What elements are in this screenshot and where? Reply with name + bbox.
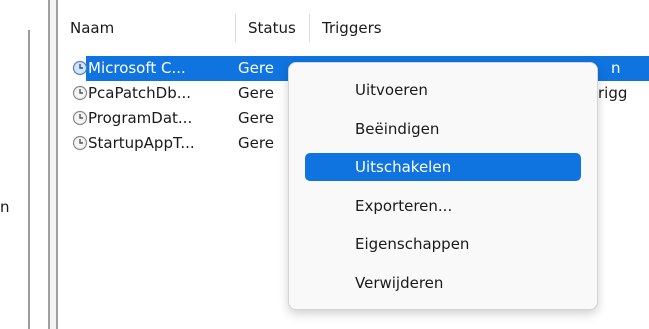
task-name: PcaPatchDb... — [88, 84, 192, 102]
menu-item-disable[interactable]: Uitschakelen — [305, 153, 581, 181]
column-header-status[interactable]: Status — [236, 14, 310, 42]
left-navigation-pane: n — [0, 0, 48, 329]
task-name: Microsoft C... — [88, 59, 186, 77]
clock-task-icon — [72, 110, 88, 126]
task-name: ProgramDat... — [88, 109, 193, 127]
table-header: Naam Status Triggers — [58, 0, 649, 42]
task-name: StartupAppT... — [88, 134, 195, 152]
left-pane-partial-label[interactable]: n — [0, 198, 10, 216]
clock-task-icon — [72, 60, 88, 76]
clock-task-icon — [72, 135, 88, 151]
menu-item-end[interactable]: Beëindigen — [305, 115, 581, 143]
context-menu: Uitvoeren Beëindigen Uitschakelen Export… — [288, 62, 598, 310]
task-trigger-visible-tail: n — [611, 59, 621, 77]
left-pane-divider — [28, 30, 30, 329]
menu-item-properties[interactable]: Eigenschappen — [305, 230, 581, 258]
task-trigger-visible-tail: rigg — [598, 84, 628, 102]
clock-task-icon — [72, 85, 88, 101]
menu-item-delete[interactable]: Verwijderen — [305, 269, 581, 297]
menu-item-export[interactable]: Exporteren... — [305, 192, 581, 220]
menu-item-run[interactable]: Uitvoeren — [305, 76, 581, 104]
column-header-triggers[interactable]: Triggers — [310, 14, 649, 42]
column-header-name[interactable]: Naam — [58, 14, 236, 42]
